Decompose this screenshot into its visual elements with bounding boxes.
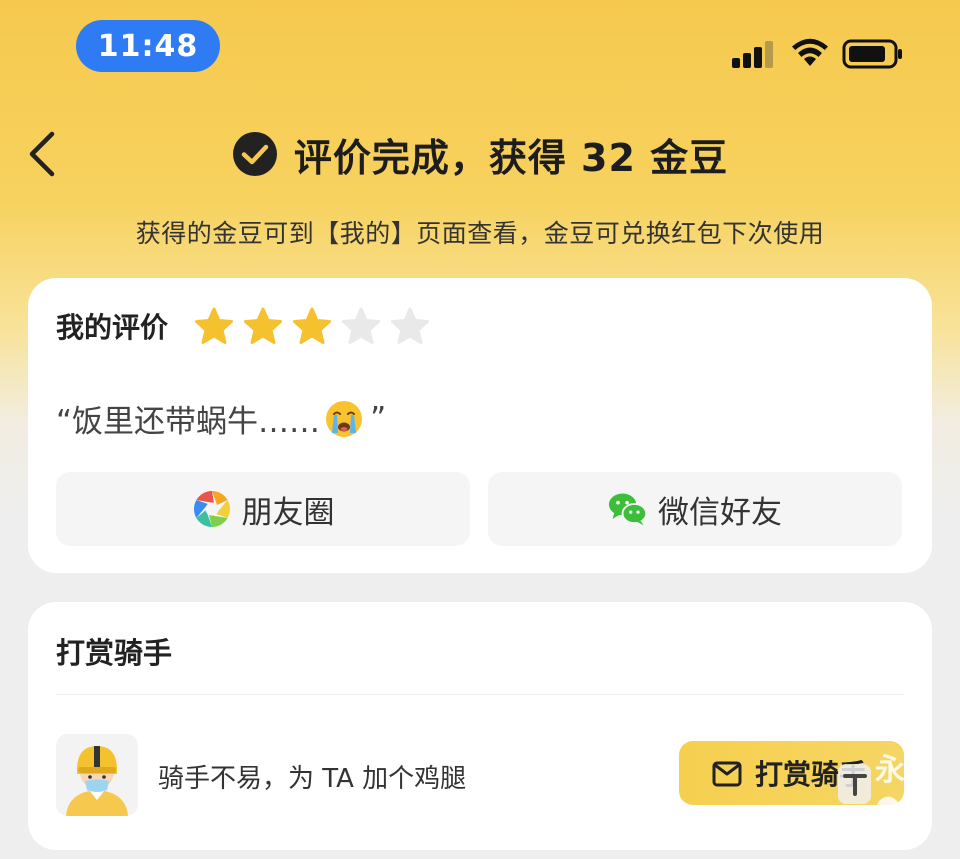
status-bar: 11:48 (0, 0, 960, 100)
share-wechat-label: 微信好友 (658, 494, 782, 531)
envelope-icon (712, 761, 742, 787)
review-card: 我的评价 “饭里还带蜗牛…… ” 朋友圈 微信好友 (28, 278, 932, 573)
comment-close-quote: ” (370, 400, 387, 437)
star-filled-icon[interactable] (194, 306, 234, 346)
crying-face-icon (326, 400, 363, 437)
tip-rider-title: 打赏骑手 (56, 636, 173, 670)
check-circle-icon (232, 132, 277, 176)
review-comment: “饭里还带蜗牛…… ” (56, 396, 386, 441)
star-filled-icon[interactable] (243, 306, 283, 346)
cellular-signal-icon (732, 40, 774, 68)
moments-icon (193, 491, 230, 527)
star-filled-icon[interactable] (292, 306, 332, 346)
wifi-icon (792, 38, 828, 66)
page-title: 评价完成，获得 32 金豆 (293, 135, 729, 180)
status-time: 11:48 (76, 20, 220, 72)
star-empty-icon[interactable] (341, 306, 381, 346)
review-header: 我的评价 (56, 304, 439, 348)
battery-icon (842, 39, 902, 69)
tip-rider-text: 骑手不易，为 TA 加个鸡腿 (158, 764, 467, 794)
share-moments-button[interactable]: 朋友圈 (56, 472, 470, 546)
share-wechat-button[interactable]: 微信好友 (488, 472, 902, 546)
comment-text: “饭里还带蜗牛…… (56, 404, 321, 440)
star-rating (194, 306, 439, 346)
divider (56, 694, 904, 695)
watermark: 永●● (838, 753, 948, 824)
tip-rider-card: 打赏骑手 骑手不易，为 TA 加个鸡腿 打赏骑手 (28, 602, 932, 850)
star-empty-icon[interactable] (390, 306, 430, 346)
review-label: 我的评价 (56, 311, 169, 344)
rider-avatar (56, 734, 138, 816)
wechat-icon (608, 493, 648, 526)
page-header: 评价完成，获得 32 金豆 (0, 122, 960, 186)
watermark-text: 永●● (875, 752, 932, 824)
page-subtitle: 获得的金豆可到【我的】页面查看，金豆可兑换红包下次使用 (135, 219, 825, 248)
watermark-logo-icon (838, 764, 872, 804)
share-moments-label: 朋友圈 (241, 494, 335, 531)
